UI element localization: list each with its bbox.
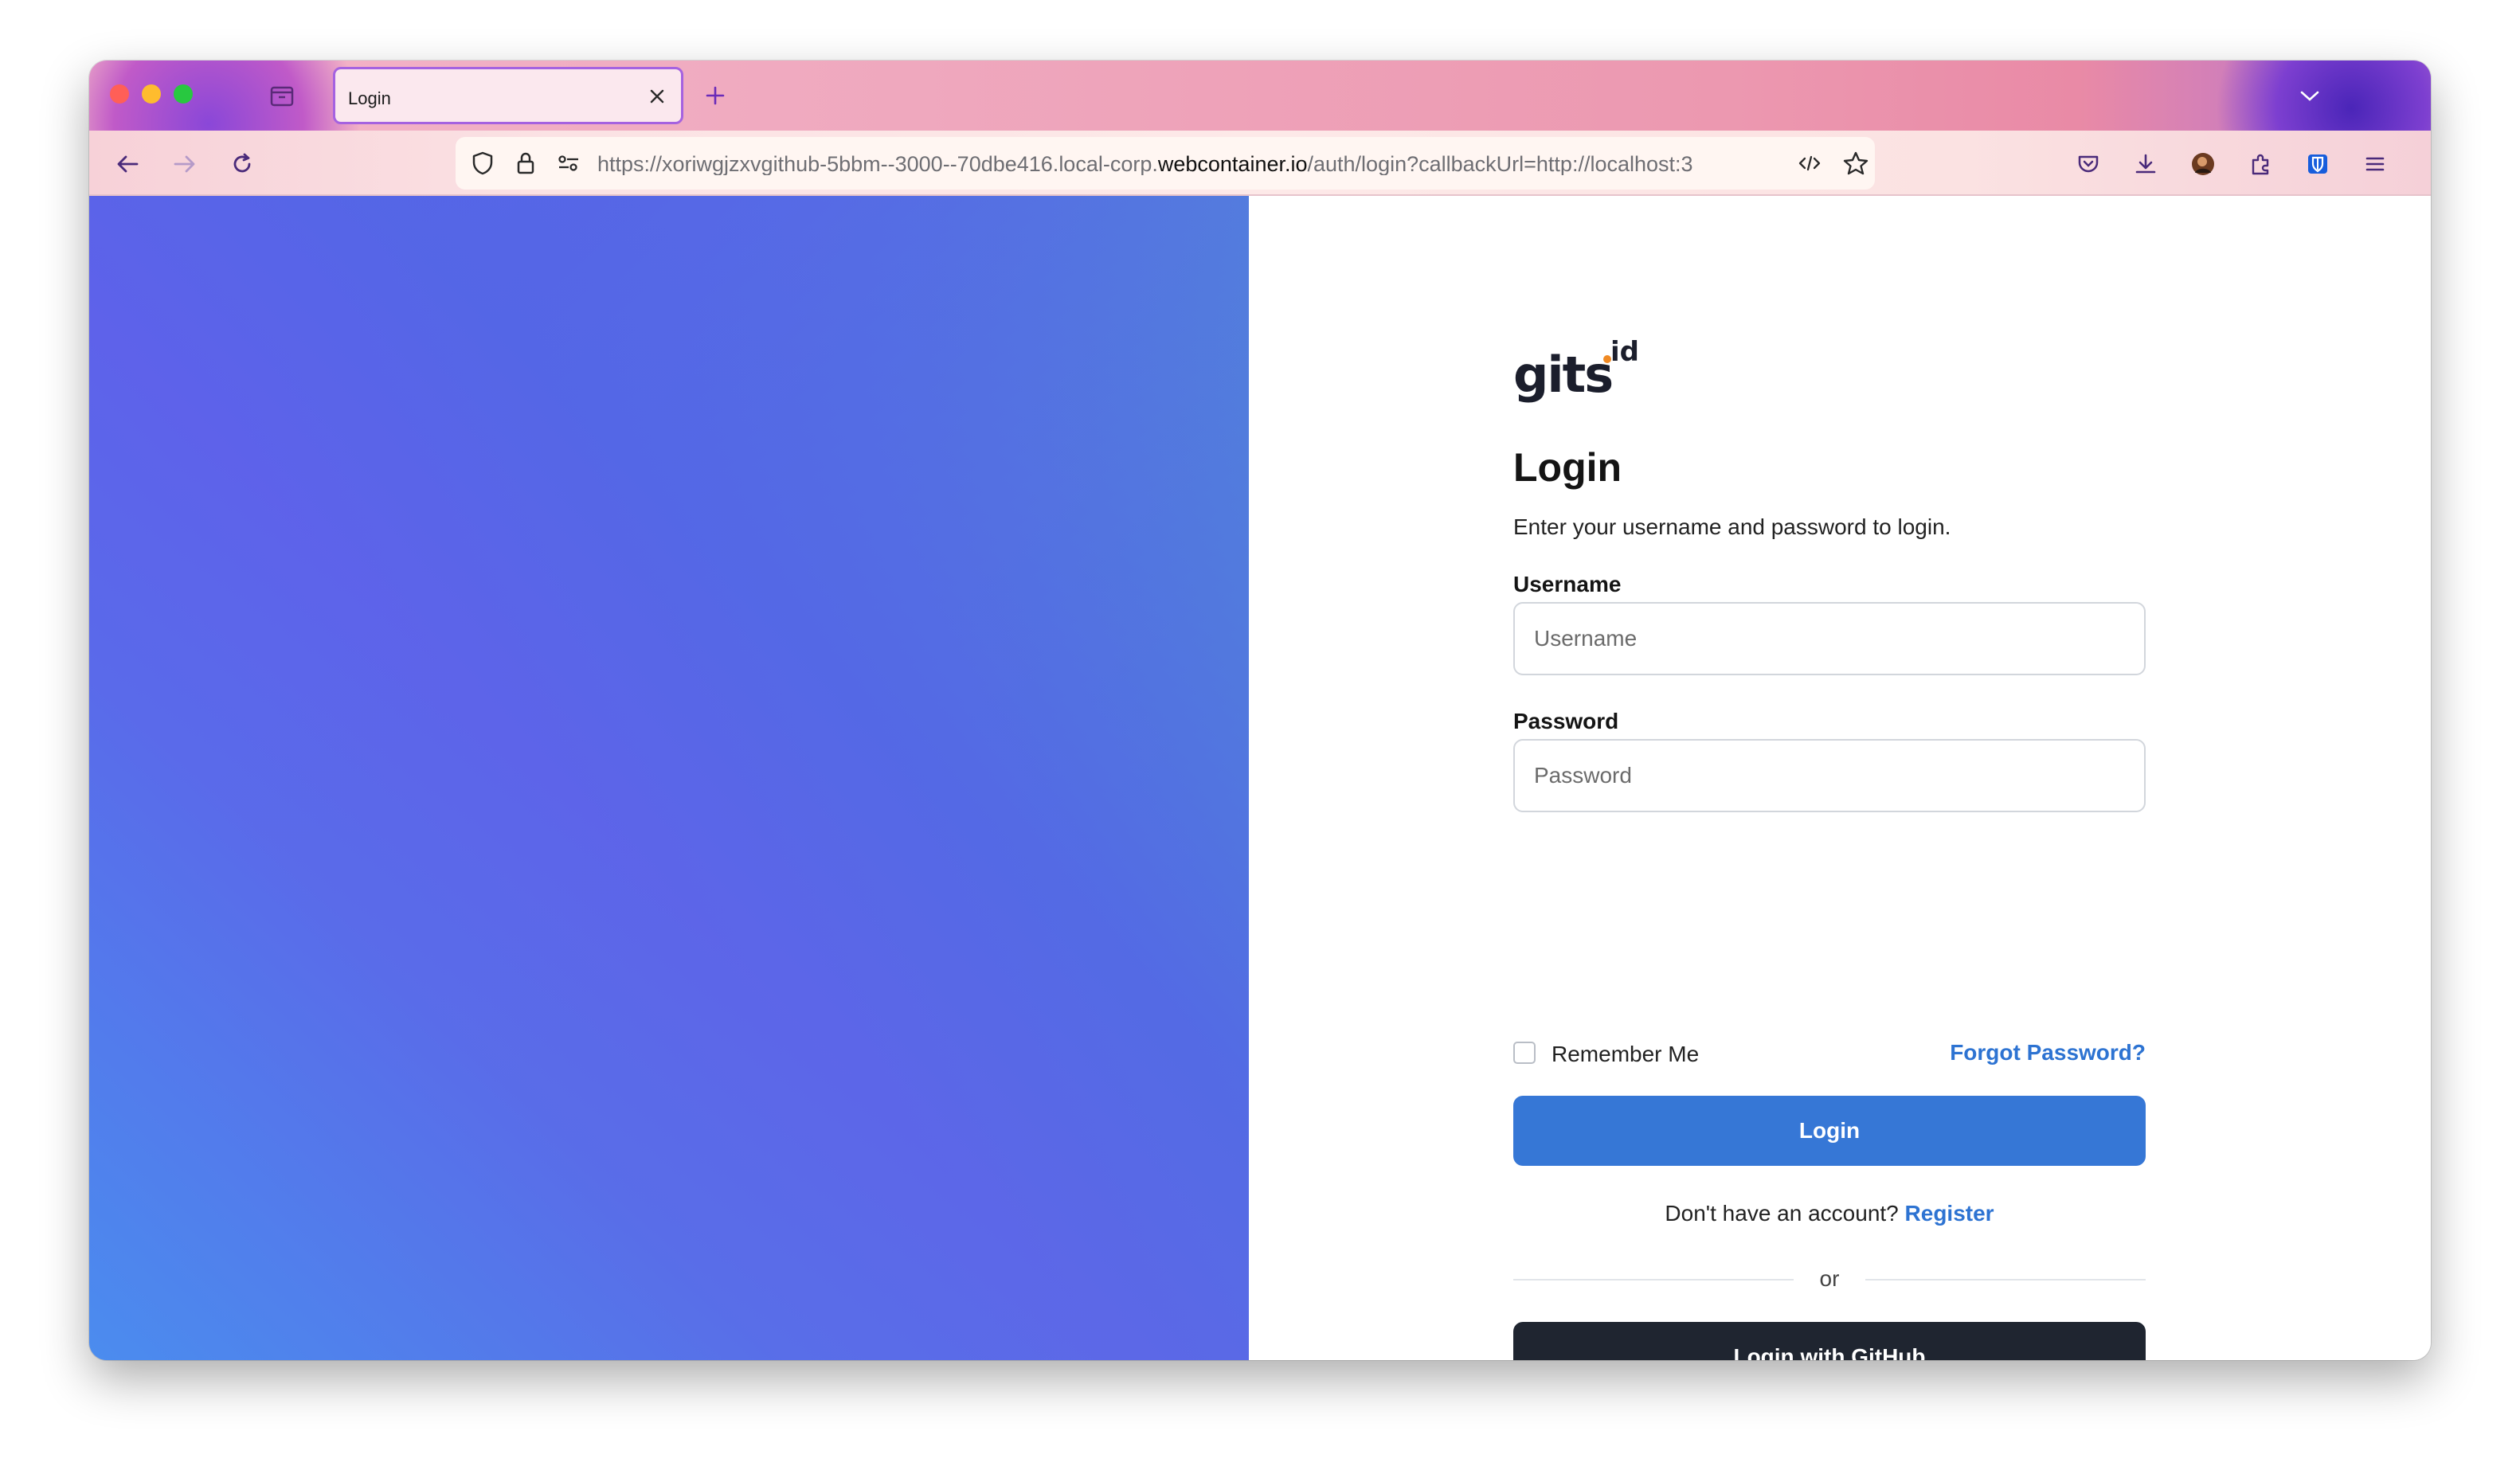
- page-subtitle: Enter your username and password to logi…: [1513, 514, 1951, 539]
- browser-window: Login https://xoriwgjzxvgithub-5bbm--300…: [89, 61, 2431, 1360]
- tab-login[interactable]: Login: [333, 67, 683, 124]
- new-tab-icon[interactable]: [699, 80, 731, 111]
- address-bar[interactable]: https://xoriwgjzxvgithub-5bbm--3000--70d…: [456, 137, 1875, 190]
- url-text[interactable]: https://xoriwgjzxvgithub-5bbm--3000--70d…: [597, 153, 1776, 175]
- login-button[interactable]: Login: [1513, 1096, 2146, 1166]
- page-title: Login: [1513, 445, 1622, 490]
- reload-icon[interactable]: [225, 147, 260, 182]
- tab-bar: Login: [89, 61, 2431, 131]
- close-window-button[interactable]: [110, 84, 129, 104]
- sidebar-toggle-icon[interactable]: [266, 80, 298, 111]
- tab-title: Login: [348, 88, 391, 108]
- remember-me-checkbox[interactable]: [1513, 1042, 1536, 1064]
- pocket-icon[interactable]: [2071, 147, 2106, 182]
- back-icon[interactable]: [110, 147, 145, 182]
- code-icon[interactable]: [1795, 149, 1824, 178]
- shield-icon[interactable]: [468, 149, 497, 178]
- divider-right: [1865, 1279, 2146, 1281]
- url-domain: webcontainer.io: [1157, 153, 1308, 175]
- url-prefix: https://xoriwgjzxvgithub-5bbm--3000--70d…: [597, 153, 1158, 175]
- bookmark-star-icon[interactable]: [1840, 147, 1872, 179]
- logo-superscript: id: [1610, 336, 1639, 368]
- page-content: gits id Login Enter your username and pa…: [89, 196, 2431, 1360]
- hero-gradient-panel: [89, 196, 1249, 1360]
- close-tab-icon[interactable]: [643, 82, 671, 111]
- forward-icon[interactable]: [167, 147, 202, 182]
- login-panel: gits id Login Enter your username and pa…: [1249, 196, 2431, 1360]
- account-avatar-icon[interactable]: [2185, 147, 2221, 182]
- password-input[interactable]: [1513, 739, 2146, 812]
- list-all-tabs-icon[interactable]: [2294, 80, 2326, 111]
- register-link[interactable]: Register: [1905, 1201, 1994, 1226]
- forgot-password-link[interactable]: Forgot Password?: [1950, 1040, 2146, 1065]
- password-label: Password: [1513, 709, 1619, 733]
- menu-icon[interactable]: [2358, 147, 2393, 182]
- minimize-window-button[interactable]: [142, 84, 161, 104]
- url-suffix: /auth/login?callbackUrl=http://localhost…: [1307, 153, 1693, 175]
- register-prompt: Don't have an account? Register: [1513, 1201, 2146, 1226]
- username-input[interactable]: [1513, 602, 2146, 675]
- downloads-icon[interactable]: [2128, 147, 2163, 182]
- navigation-toolbar: https://xoriwgjzxvgithub-5bbm--3000--70d…: [89, 131, 2431, 196]
- lock-icon[interactable]: [511, 149, 540, 178]
- zoom-window-button[interactable]: [174, 84, 193, 104]
- extensions-icon[interactable]: [2243, 147, 2278, 182]
- bitwarden-icon[interactable]: [2300, 147, 2335, 182]
- remember-me-label[interactable]: Remember Me: [1552, 1042, 1699, 1067]
- logo-text: gits: [1513, 346, 1614, 404]
- permissions-icon[interactable]: [554, 149, 583, 178]
- login-with-github-button[interactable]: Login with GitHub: [1513, 1322, 2146, 1360]
- username-label: Username: [1513, 572, 1622, 596]
- no-account-text: Don't have an account?: [1665, 1201, 1899, 1226]
